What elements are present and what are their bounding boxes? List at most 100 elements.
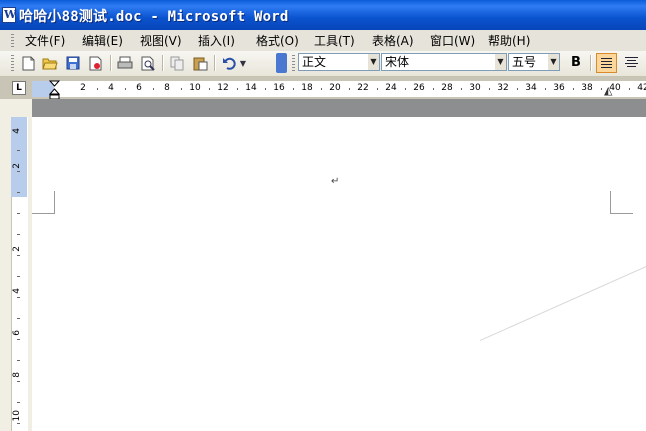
copy-icon[interactable] xyxy=(168,54,186,72)
ruler-tick xyxy=(181,88,182,90)
toolbar-separator xyxy=(590,55,592,71)
ruler-tick xyxy=(209,88,210,90)
print-icon[interactable] xyxy=(116,54,134,72)
vertical-ruler-tick xyxy=(17,255,20,256)
page-top-gap xyxy=(32,99,646,117)
undo-dropdown-icon[interactable]: ▼ xyxy=(238,54,248,72)
ruler-tick xyxy=(237,88,238,90)
style-select[interactable]: 正文 ▼ xyxy=(298,53,380,71)
chevron-down-icon[interactable]: ▼ xyxy=(495,54,506,70)
ruler-label: 36 xyxy=(553,83,565,93)
document-page[interactable] xyxy=(32,117,646,431)
margin-corner-mark xyxy=(610,191,633,214)
vertical-ruler-tick xyxy=(17,360,20,361)
print-preview-icon[interactable] xyxy=(139,54,157,72)
font-size-value: 五号 xyxy=(512,55,537,69)
menu-file[interactable]: 文件(F) xyxy=(25,33,65,49)
font-value: 宋体 xyxy=(385,55,410,69)
menu-help[interactable]: 帮助(H) xyxy=(488,33,530,49)
ruler-tick xyxy=(545,88,546,90)
ruler-tick xyxy=(629,88,630,90)
ruler-label: 38 xyxy=(581,83,593,93)
ruler-tick xyxy=(265,88,266,90)
menu-format[interactable]: 格式(O) xyxy=(256,33,299,49)
toolbar-separator xyxy=(214,55,216,71)
chevron-down-icon[interactable]: ▼ xyxy=(368,54,379,70)
font-select[interactable]: 宋体 ▼ xyxy=(381,53,507,71)
vertical-ruler-tick xyxy=(17,402,20,403)
ruler-label: 10 xyxy=(189,83,201,93)
vertical-ruler-tick xyxy=(17,381,20,382)
bold-button[interactable]: B xyxy=(566,54,586,72)
ruler-label: 16 xyxy=(273,83,285,93)
chevron-down-icon[interactable]: ▼ xyxy=(548,54,559,70)
ruler-tick xyxy=(433,88,434,90)
margin-corner-mark xyxy=(32,191,55,214)
permission-icon[interactable] xyxy=(87,54,105,72)
vertical-ruler-tick xyxy=(17,192,20,193)
vertical-ruler-tick xyxy=(17,297,20,298)
ruler-label: 6 xyxy=(136,83,142,93)
ruler-label: 4 xyxy=(108,83,114,93)
align-justify-button[interactable] xyxy=(596,53,617,73)
ruler-tick xyxy=(461,88,462,90)
ruler-tick xyxy=(489,88,490,90)
menu-grip[interactable] xyxy=(11,34,14,47)
vertical-ruler-label: 2 xyxy=(12,246,22,252)
vertical-ruler-tick xyxy=(17,171,20,172)
ruler-label: 22 xyxy=(357,83,369,93)
ruler-label: 26 xyxy=(413,83,425,93)
ruler-tick xyxy=(321,88,322,90)
font-size-select[interactable]: 五号 ▼ xyxy=(508,53,560,71)
style-value: 正文 xyxy=(302,55,327,69)
ruler-tick xyxy=(601,88,602,90)
toolbar-grip[interactable] xyxy=(11,55,14,71)
ruler-tick xyxy=(349,88,350,90)
menu-insert[interactable]: 插入(I) xyxy=(198,33,235,49)
vertical-ruler-tick xyxy=(17,150,20,151)
vertical-ruler-label: 8 xyxy=(12,372,22,378)
ruler-tick xyxy=(153,88,154,90)
ruler-label: 18 xyxy=(301,83,313,93)
paste-icon[interactable] xyxy=(191,54,209,72)
vertical-ruler-label: 10 xyxy=(12,410,22,422)
ruler-label: 8 xyxy=(164,83,170,93)
vertical-ruler-tick xyxy=(17,423,20,424)
ruler-label: 12 xyxy=(217,83,229,93)
menu-window[interactable]: 窗口(W) xyxy=(430,33,475,49)
tab-selector[interactable]: L xyxy=(12,81,26,95)
ruler-label: 28 xyxy=(441,83,453,93)
ruler-tick xyxy=(125,88,126,90)
vertical-ruler-label: 4 xyxy=(12,288,22,294)
ruler-tick xyxy=(405,88,406,90)
ruler-tick xyxy=(293,88,294,90)
menu-tools[interactable]: 工具(T) xyxy=(314,33,355,49)
toolbar-grip[interactable] xyxy=(292,55,295,71)
ruler-label: 14 xyxy=(245,83,257,93)
ruler-label: 20 xyxy=(329,83,341,93)
toolbar-separator xyxy=(110,55,112,71)
right-indent-marker-icon[interactable]: ◭ xyxy=(604,84,612,97)
menu-table[interactable]: 表格(A) xyxy=(372,33,414,49)
undo-icon[interactable] xyxy=(220,54,238,72)
save-icon[interactable] xyxy=(64,54,82,72)
open-icon[interactable] xyxy=(41,54,59,72)
window-title: 哈哈小88测试.doc - Microsoft Word xyxy=(19,9,289,25)
vertical-ruler-tick xyxy=(17,234,20,235)
menu-view[interactable]: 视图(V) xyxy=(140,33,182,49)
ruler-label: 42 xyxy=(637,83,646,93)
paragraph-mark: ↵ xyxy=(331,176,340,187)
vertical-ruler-tick xyxy=(17,213,20,214)
ruler-label: 2 xyxy=(80,83,86,93)
vertical-ruler-label: 6 xyxy=(12,330,22,336)
vertical-ruler-tick xyxy=(17,276,20,277)
menu-edit[interactable]: 编辑(E) xyxy=(82,33,123,49)
toolbar-overflow-chevron-icon[interactable] xyxy=(276,53,287,73)
align-center-button[interactable] xyxy=(622,53,642,73)
word-app-icon[interactable] xyxy=(2,7,16,23)
vertical-ruler-label: 2 xyxy=(12,163,22,169)
new-icon[interactable] xyxy=(19,54,37,72)
ruler-label: 34 xyxy=(525,83,537,93)
vertical-ruler-tick xyxy=(17,339,20,340)
ruler-tick xyxy=(573,88,574,90)
